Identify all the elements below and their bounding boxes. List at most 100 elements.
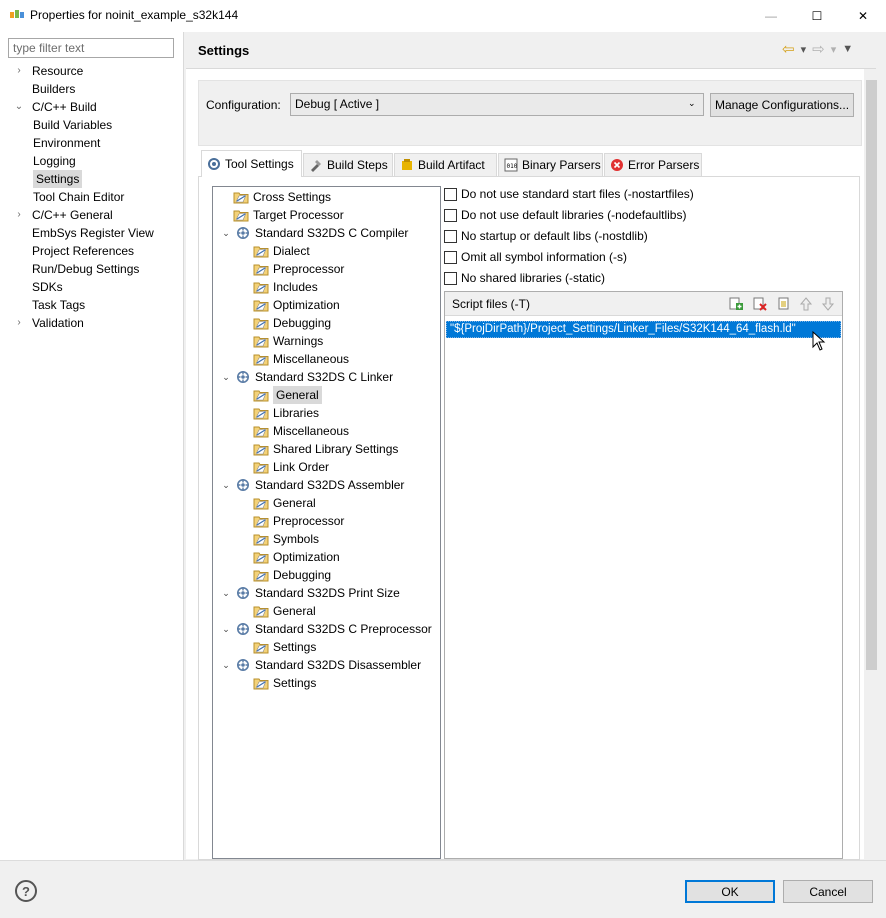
ok-button[interactable]: OK (685, 880, 775, 903)
nav-item-c-c-build[interactable]: ⌄ C/C++ Build (14, 98, 97, 116)
settings-folder-icon (253, 604, 269, 618)
nav-item-logging[interactable]: Logging (33, 152, 76, 170)
back-arrow-icon[interactable]: ⇦ (782, 40, 795, 58)
nav-item-label: Logging (33, 154, 76, 168)
chevron-right-icon[interactable]: › (14, 314, 24, 332)
option-row[interactable]: Omit all symbol information (-s) (444, 248, 627, 266)
tab-label: Build Artifact (418, 158, 485, 172)
forward-dropdown-icon[interactable]: ▾ (831, 43, 837, 56)
option-category-node[interactable]: Optimization (253, 296, 340, 314)
chevron-down-icon[interactable]: ⌄ (220, 584, 232, 602)
option-category-node[interactable]: Settings (253, 638, 316, 656)
option-category-node[interactable]: Link Order (253, 458, 329, 476)
filter-input[interactable] (8, 38, 174, 58)
option-row[interactable]: Do not use default libraries (-nodefault… (444, 206, 686, 224)
forward-arrow-icon[interactable]: ⇨ (812, 40, 825, 58)
add-icon[interactable] (729, 297, 743, 311)
view-menu-icon[interactable]: ▼ (842, 43, 853, 55)
option-category-node[interactable]: Includes (253, 278, 318, 296)
nav-item-embsys-register-view[interactable]: EmbSys Register View (14, 224, 154, 242)
chevron-right-icon[interactable]: › (14, 206, 24, 224)
nav-item-sdks[interactable]: SDKs (14, 278, 63, 296)
chevron-down-icon[interactable]: ⌄ (220, 368, 232, 386)
help-button[interactable]: ? (15, 880, 37, 902)
tool-node[interactable]: ⌄ Standard S32DS Assembler (220, 476, 404, 494)
script-file-item[interactable]: "${ProjDirPath}/Project_Settings/Linker_… (446, 321, 841, 338)
option-category-node[interactable]: Symbols (253, 530, 319, 548)
chevron-down-icon[interactable]: ⌄ (220, 620, 232, 638)
configuration-select[interactable]: Debug [ Active ] (290, 93, 704, 116)
nav-item-environment[interactable]: Environment (33, 134, 100, 152)
settings-folder-icon (253, 406, 269, 420)
nav-item-settings[interactable]: Settings (33, 170, 83, 188)
history-nav: ⇦ ▾ ⇨ ▾ ▼ (782, 40, 853, 58)
option-checkbox[interactable] (444, 208, 457, 222)
option-category-node[interactable]: Miscellaneous (253, 422, 349, 440)
minimize-button[interactable]: — (748, 0, 794, 32)
nav-item-task-tags[interactable]: Task Tags (14, 296, 85, 314)
option-category-node[interactable]: General (253, 386, 322, 404)
option-category-node[interactable]: Settings (253, 674, 316, 692)
option-row[interactable]: No startup or default libs (-nostdlib) (444, 227, 648, 245)
tab-label: Build Steps (327, 158, 388, 172)
delete-icon[interactable] (753, 297, 767, 311)
nav-item-build-variables[interactable]: Build Variables (33, 116, 112, 134)
chevron-down-icon[interactable]: ⌄ (688, 98, 696, 109)
option-category-node[interactable]: General (253, 602, 316, 620)
move-up-icon[interactable] (799, 297, 813, 311)
option-category-node[interactable]: Shared Library Settings (253, 440, 398, 458)
option-checkbox[interactable] (444, 250, 457, 264)
option-category-node[interactable]: Preprocessor (253, 512, 344, 530)
nav-item-label: Task Tags (32, 298, 86, 312)
option-checkbox[interactable] (444, 187, 457, 201)
option-category-node[interactable]: Preprocessor (253, 260, 344, 278)
tool-node[interactable]: ⌄ Standard S32DS C Linker (220, 368, 393, 386)
option-category-node[interactable]: Miscellaneous (253, 350, 349, 368)
tool-node[interactable]: ⌄ Standard S32DS Print Size (220, 584, 400, 602)
nav-item-run-debug-settings[interactable]: Run/Debug Settings (14, 260, 139, 278)
option-category-node[interactable]: Dialect (253, 242, 310, 260)
option-checkbox[interactable] (444, 229, 457, 243)
tab-tool-settings[interactable]: Tool Settings (201, 150, 302, 177)
edit-icon[interactable] (777, 297, 791, 311)
option-category-node[interactable]: Debugging (253, 314, 331, 332)
option-category-node[interactable]: Debugging (253, 566, 331, 584)
tab-error-parsers[interactable]: Error Parsers (604, 153, 702, 176)
option-category-node[interactable]: Libraries (253, 404, 319, 422)
tool-node[interactable]: ⌄ Standard S32DS Disassembler (220, 656, 421, 674)
nav-item-tool-chain-editor[interactable]: Tool Chain Editor (33, 188, 124, 206)
tool-settings-icon (207, 157, 221, 171)
cancel-button[interactable]: Cancel (783, 880, 873, 903)
nav-item-builders[interactable]: Builders (14, 80, 75, 98)
option-category-node[interactable]: Optimization (253, 548, 340, 566)
nav-item-label: Build Variables (33, 118, 113, 132)
chevron-down-icon[interactable]: ⌄ (220, 224, 232, 242)
option-category-node[interactable]: Target Processor (233, 206, 344, 224)
manage-configurations-button[interactable]: Manage Configurations... (710, 93, 854, 117)
nav-item-c-c-general[interactable]: › C/C++ General (14, 206, 112, 224)
nav-item-resource[interactable]: › Resource (14, 62, 83, 80)
tab-binary-parsers[interactable]: 010 Binary Parsers (498, 153, 603, 176)
tab-build-steps[interactable]: Build Steps (303, 153, 393, 176)
option-checkbox[interactable] (444, 271, 457, 285)
tab-build-artifact[interactable]: Build Artifact (394, 153, 497, 176)
chevron-down-icon[interactable]: ⌄ (14, 98, 24, 116)
close-button[interactable]: ✕ (840, 0, 886, 32)
option-category-node[interactable]: General (253, 494, 316, 512)
nav-item-project-references[interactable]: Project References (14, 242, 134, 260)
scrollbar-thumb[interactable] (866, 80, 877, 670)
maximize-button[interactable]: ☐ (794, 0, 840, 32)
back-dropdown-icon[interactable]: ▾ (801, 43, 807, 56)
option-row[interactable]: Do not use standard start files (-nostar… (444, 185, 694, 203)
tool-node[interactable]: ⌄ Standard S32DS C Preprocessor (220, 620, 432, 638)
option-category-node[interactable]: Cross Settings (233, 188, 331, 206)
option-row[interactable]: No shared libraries (-static) (444, 269, 605, 287)
chevron-down-icon[interactable]: ⌄ (220, 476, 232, 494)
nav-item-validation[interactable]: › Validation (14, 314, 84, 332)
move-down-icon[interactable] (821, 297, 835, 311)
option-category-node[interactable]: Warnings (253, 332, 323, 350)
tool-node[interactable]: ⌄ Standard S32DS C Compiler (220, 224, 408, 242)
settings-folder-icon (253, 244, 269, 258)
chevron-right-icon[interactable]: › (14, 62, 24, 80)
chevron-down-icon[interactable]: ⌄ (220, 656, 232, 674)
